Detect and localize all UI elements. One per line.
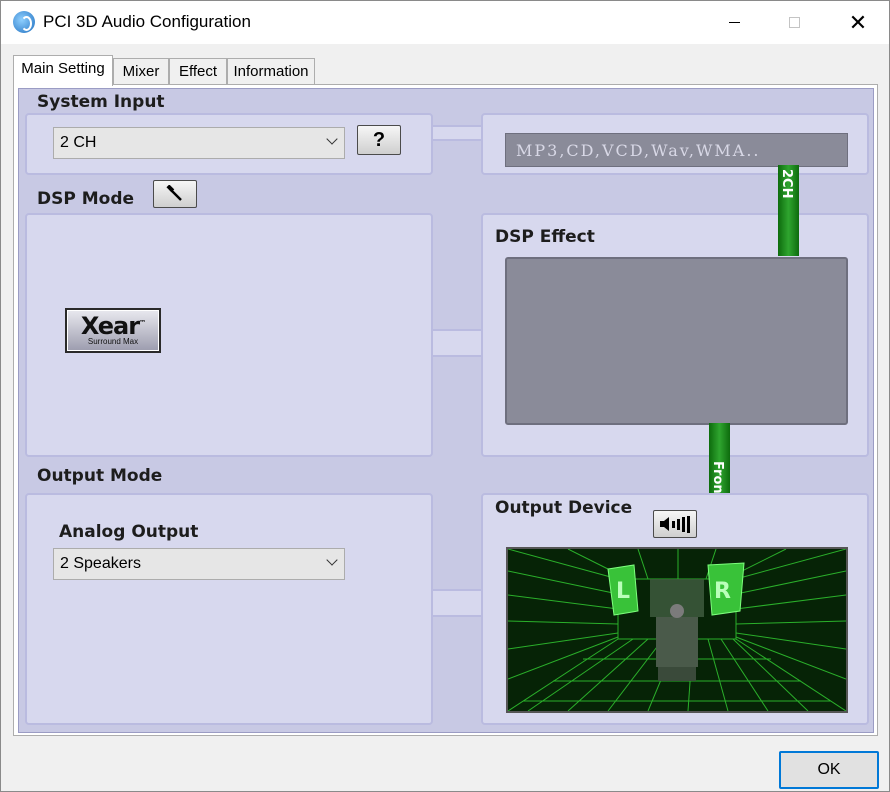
xear-logo-text: Xear — [80, 312, 140, 340]
system-input-label: System Input — [37, 92, 165, 112]
minimize-button[interactable] — [711, 1, 757, 44]
tab-effect[interactable]: Effect — [169, 58, 227, 85]
right-speaker-label: R — [714, 579, 731, 604]
dsp-effect-display — [505, 257, 848, 425]
app-icon — [13, 11, 35, 33]
speaker-room-visual: L R — [506, 547, 848, 713]
tab-mixer[interactable]: Mixer — [113, 58, 169, 85]
tab-label: Main Setting — [21, 60, 105, 77]
input-formats-display: MP3,CD,VCD,Wav,WMA.. — [505, 133, 848, 167]
tab-information[interactable]: Information — [227, 58, 315, 85]
system-input-value: 2 CH — [60, 134, 97, 151]
close-button[interactable]: ✕ — [835, 1, 881, 44]
main-window: PCI 3D Audio Configuration ✕ Main Settin… — [0, 0, 890, 792]
title-bar: PCI 3D Audio Configuration ✕ — [1, 1, 889, 44]
configuration-area: System Input 2 CH ? MP3,CD,VCD,Wav,WMA..… — [18, 88, 874, 733]
xear-tm: ™ — [139, 319, 146, 327]
dsp-mode-label: DSP Mode — [37, 189, 135, 209]
output-speakers-value: 2 Speakers — [60, 555, 141, 572]
dsp-effect-label: DSP Effect — [495, 227, 595, 247]
help-button[interactable]: ? — [357, 125, 401, 155]
output-speakers-select[interactable]: 2 Speakers — [53, 548, 345, 580]
output-mode-label: Output Mode — [37, 466, 163, 486]
room-grid — [508, 549, 846, 711]
minimize-icon — [728, 22, 740, 23]
help-icon: ? — [372, 128, 386, 151]
system-input-select[interactable]: 2 CH — [53, 127, 345, 159]
close-icon: ✕ — [848, 9, 868, 35]
speaker-test-button[interactable] — [653, 510, 697, 538]
maximize-button — [771, 1, 817, 44]
connector — [429, 589, 487, 617]
ok-button[interactable]: OK — [779, 751, 879, 789]
tab-label: Effect — [178, 63, 218, 80]
connector — [429, 329, 487, 357]
tab-panel: System Input 2 CH ? MP3,CD,VCD,Wav,WMA..… — [13, 84, 878, 736]
dsp-settings-button[interactable] — [153, 180, 197, 208]
chevron-down-icon — [326, 133, 338, 145]
left-speaker-label: L — [616, 579, 631, 604]
tab-main-setting[interactable]: Main Setting — [13, 55, 113, 86]
tab-label: Information — [233, 63, 309, 80]
window-title: PCI 3D Audio Configuration — [43, 12, 251, 31]
ok-button-label: OK — [817, 761, 841, 778]
chevron-down-icon — [326, 554, 338, 566]
output-device-label: Output Device — [495, 498, 633, 518]
2ch-pipe-label: 2CH — [779, 169, 794, 199]
volume-icon — [660, 516, 690, 533]
tab-label: Mixer — [122, 63, 160, 80]
maximize-icon — [788, 17, 800, 28]
connector — [429, 125, 487, 141]
xear-logo: Xear™ Surround Max — [65, 308, 161, 353]
analog-output-label: Analog Output — [59, 522, 199, 542]
hammer-icon — [166, 185, 182, 201]
